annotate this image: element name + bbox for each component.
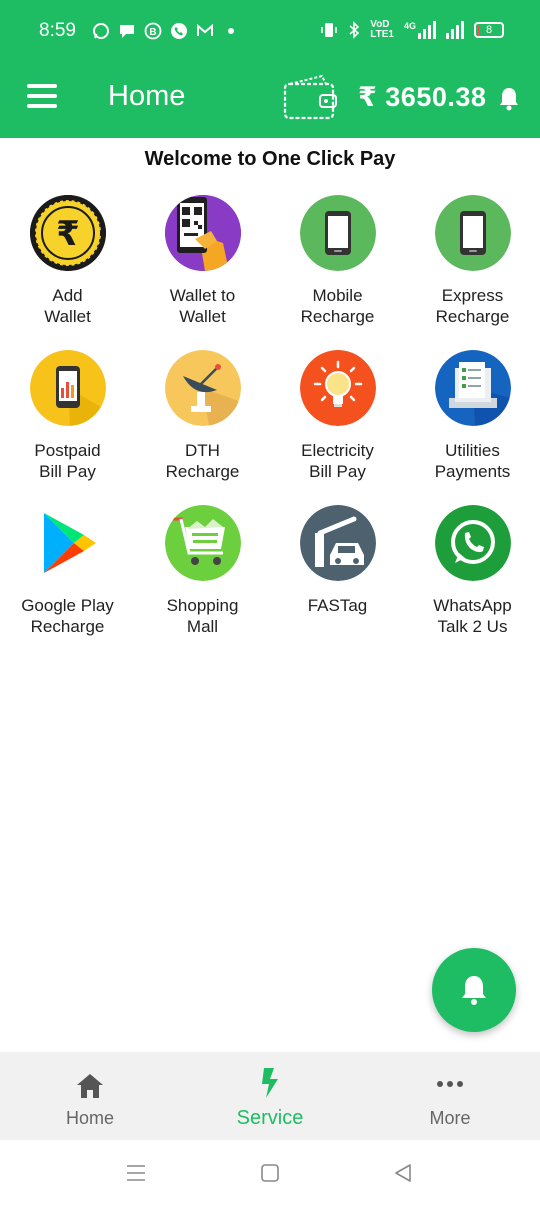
rupee-coin-icon: ₹ [29, 195, 106, 271]
service-postpaid-bill-pay[interactable]: Postpaid Bill Pay [0, 350, 135, 482]
notification-bell-icon[interactable] [498, 85, 520, 111]
menu-icon-bar [27, 94, 57, 98]
signal-bars-1 [418, 21, 436, 39]
mobile-phone-icon [299, 195, 376, 271]
chat-notification-icon [120, 25, 134, 38]
service-label: WhatsApp Talk 2 Us [433, 596, 512, 636]
service-label: Postpaid Bill Pay [34, 441, 101, 481]
service-shopping-mall[interactable]: Shopping Mall [135, 505, 270, 637]
status-bar: 8:59 B VoD LTE1 4G 8 [0, 0, 540, 62]
google-play-icon [30, 505, 106, 581]
bluetooth-icon [349, 21, 360, 39]
service-label: Utilities Payments [434, 441, 511, 481]
service-label: Shopping Mall [166, 596, 239, 636]
bottom-navigation: Home Service More [0, 1052, 540, 1140]
nav-home-label: Home [65, 1108, 114, 1128]
nav-home[interactable]: Home [0, 1052, 180, 1140]
bill-phone-icon [29, 350, 106, 426]
lightbulb-icon [299, 350, 376, 426]
battery-fill [477, 25, 480, 35]
shopping-cart-icon [164, 505, 241, 581]
gmail-notification-icon [197, 23, 213, 36]
service-dth-recharge[interactable]: DTH Recharge [135, 350, 270, 482]
signal-bars-2 [446, 21, 464, 39]
home-icon [77, 1074, 103, 1098]
svg-text:B: B [149, 27, 156, 38]
qr-phone-icon [164, 195, 241, 271]
signal-1: 4G [404, 21, 436, 39]
more-dots-icon [437, 1081, 463, 1087]
network-4g-label: 4G [403, 21, 416, 31]
battery-level: 8 [485, 24, 493, 36]
whatsapp-notification-icon [93, 23, 109, 39]
service-label: FASTag [307, 596, 368, 615]
menu-icon-bar [27, 84, 57, 88]
toll-car-icon [299, 505, 376, 581]
service-label: Add Wallet [44, 286, 91, 326]
service-label: Wallet to Wallet [169, 286, 236, 326]
wallet-balance[interactable]: ₹ 3650.38 [358, 82, 486, 113]
phone-notification-icon [171, 23, 187, 39]
bell-icon [462, 976, 486, 1005]
network-label-bottom: LTE1 [370, 29, 394, 40]
nav-service[interactable]: Service [180, 1052, 360, 1140]
service-utilities-payments[interactable]: Utilities Payments [405, 350, 540, 482]
service-label: Express Recharge [435, 286, 510, 326]
status-time: 8:59 [39, 20, 76, 41]
notification-fab-button[interactable] [432, 948, 516, 1032]
nav-more[interactable]: More [360, 1052, 540, 1140]
notification-icons: B [92, 22, 234, 40]
system-navigation-bar [0, 1140, 540, 1206]
nav-service-label: Service [236, 1107, 304, 1129]
lightning-icon [262, 1068, 278, 1098]
service-add-wallet[interactable]: ₹ Add Wallet [0, 195, 135, 327]
welcome-heading: Welcome to One Click Pay [144, 148, 396, 170]
nav-more-label: More [429, 1108, 471, 1128]
service-whatsapp-talk[interactable]: WhatsApp Talk 2 Us [405, 505, 540, 637]
vibrate-icon [321, 23, 338, 37]
service-wallet-to-wallet[interactable]: Wallet to Wallet [135, 195, 270, 327]
whatsapp-icon [434, 505, 511, 581]
system-indicators: VoD LTE1 4G 8 [320, 20, 504, 40]
b-notification-icon: B [144, 22, 162, 40]
service-express-recharge[interactable]: Express Recharge [405, 195, 540, 327]
network-label: VoD LTE1 [370, 20, 394, 40]
menu-button[interactable] [27, 84, 57, 110]
battery-indicator: 8 [474, 22, 504, 38]
service-electricity-bill-pay[interactable]: Electricity Bill Pay [270, 350, 405, 482]
home-system-icon[interactable] [260, 1163, 280, 1183]
service-label: Electricity Bill Pay [301, 441, 374, 481]
wallet-icon[interactable] [282, 72, 340, 122]
recent-apps-icon[interactable] [126, 1163, 146, 1183]
service-fastag[interactable]: FASTag [270, 505, 405, 616]
service-label: DTH Recharge [165, 441, 240, 481]
mobile-phone-icon [434, 195, 511, 271]
app-bar: Home ₹ 3650.38 [0, 62, 540, 138]
service-google-play-recharge[interactable]: Google Play Recharge [0, 505, 135, 637]
page-title: Home [108, 80, 186, 112]
service-label: Google Play Recharge [21, 596, 114, 636]
utilities-checklist-icon [434, 350, 511, 426]
back-icon[interactable] [393, 1163, 413, 1183]
satellite-dish-icon [164, 350, 241, 426]
svg-text:₹: ₹ [56, 214, 80, 254]
more-notifications-dot [228, 28, 234, 34]
service-mobile-recharge[interactable]: Mobile Recharge [270, 195, 405, 327]
menu-icon-bar [27, 104, 57, 108]
service-label: Mobile Recharge [300, 286, 375, 326]
